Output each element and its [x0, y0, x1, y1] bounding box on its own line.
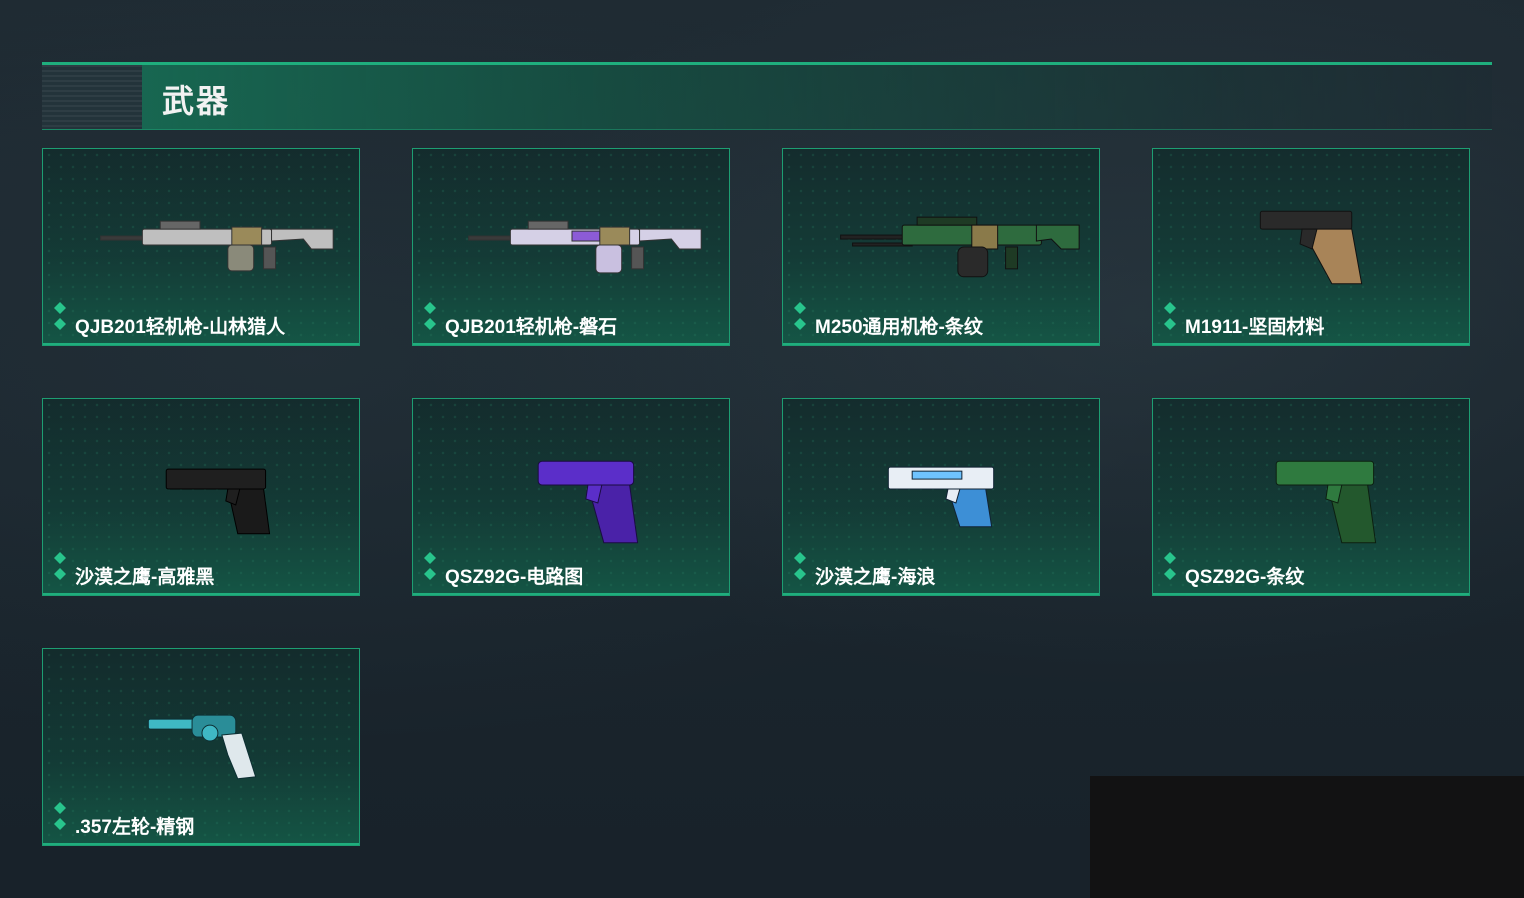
weapon-card-4[interactable]: M1911-坚固材料 — [1152, 148, 1470, 346]
header-tab-decoration — [42, 65, 142, 129]
weapon-name: .357左轮-精钢 — [75, 817, 195, 838]
weapon-name: M1911-坚固材料 — [1185, 317, 1325, 338]
weapon-card-5[interactable]: 沙漠之鹰-高雅黑 — [42, 398, 360, 596]
pistol-icon — [1153, 439, 1469, 549]
weapon-name: QSZ92G-条纹 — [1185, 567, 1305, 588]
machine-gun-icon — [413, 189, 729, 299]
machine-gun-icon — [783, 189, 1099, 299]
weapon-name: 沙漠之鹰-高雅黑 — [75, 567, 215, 588]
pistol-icon — [783, 439, 1099, 549]
weapon-card-6[interactable]: QSZ92G-电路图 — [412, 398, 730, 596]
diamond-marker-icon — [794, 552, 806, 580]
diamond-marker-icon — [54, 302, 66, 330]
pistol-icon — [413, 439, 729, 549]
diamond-marker-icon — [424, 302, 436, 330]
weapon-name: QJB201轻机枪-山林猎人 — [75, 317, 286, 338]
weapon-name: QSZ92G-电路图 — [445, 567, 584, 588]
diamond-marker-icon — [794, 302, 806, 330]
weapon-card-3[interactable]: M250通用机枪-条纹 — [782, 148, 1100, 346]
section-title: 武器 — [162, 83, 231, 119]
pistol-icon — [1153, 189, 1469, 299]
diamond-marker-icon — [424, 552, 436, 580]
weapon-name: M250通用机枪-条纹 — [815, 317, 983, 338]
weapon-card-1[interactable]: QJB201轻机枪-山林猎人 — [42, 148, 360, 346]
diamond-marker-icon — [1164, 552, 1176, 580]
revolver-icon — [43, 689, 359, 799]
diamond-marker-icon — [54, 802, 66, 830]
weapon-card-8[interactable]: QSZ92G-条纹 — [1152, 398, 1470, 596]
weapon-card-9[interactable]: .357左轮-精钢 — [42, 648, 360, 846]
pistol-icon — [43, 439, 359, 549]
diamond-marker-icon — [54, 552, 66, 580]
machine-gun-icon — [43, 189, 359, 299]
weapon-card-2[interactable]: QJB201轻机枪-磐石 — [412, 148, 730, 346]
weapon-name: 沙漠之鹰-海浪 — [815, 567, 936, 588]
weapon-name: QJB201轻机枪-磐石 — [445, 317, 618, 338]
section-header: 武器 — [42, 62, 1492, 130]
corner-shade — [1090, 776, 1524, 898]
diamond-marker-icon — [1164, 302, 1176, 330]
weapon-card-7[interactable]: 沙漠之鹰-海浪 — [782, 398, 1100, 596]
